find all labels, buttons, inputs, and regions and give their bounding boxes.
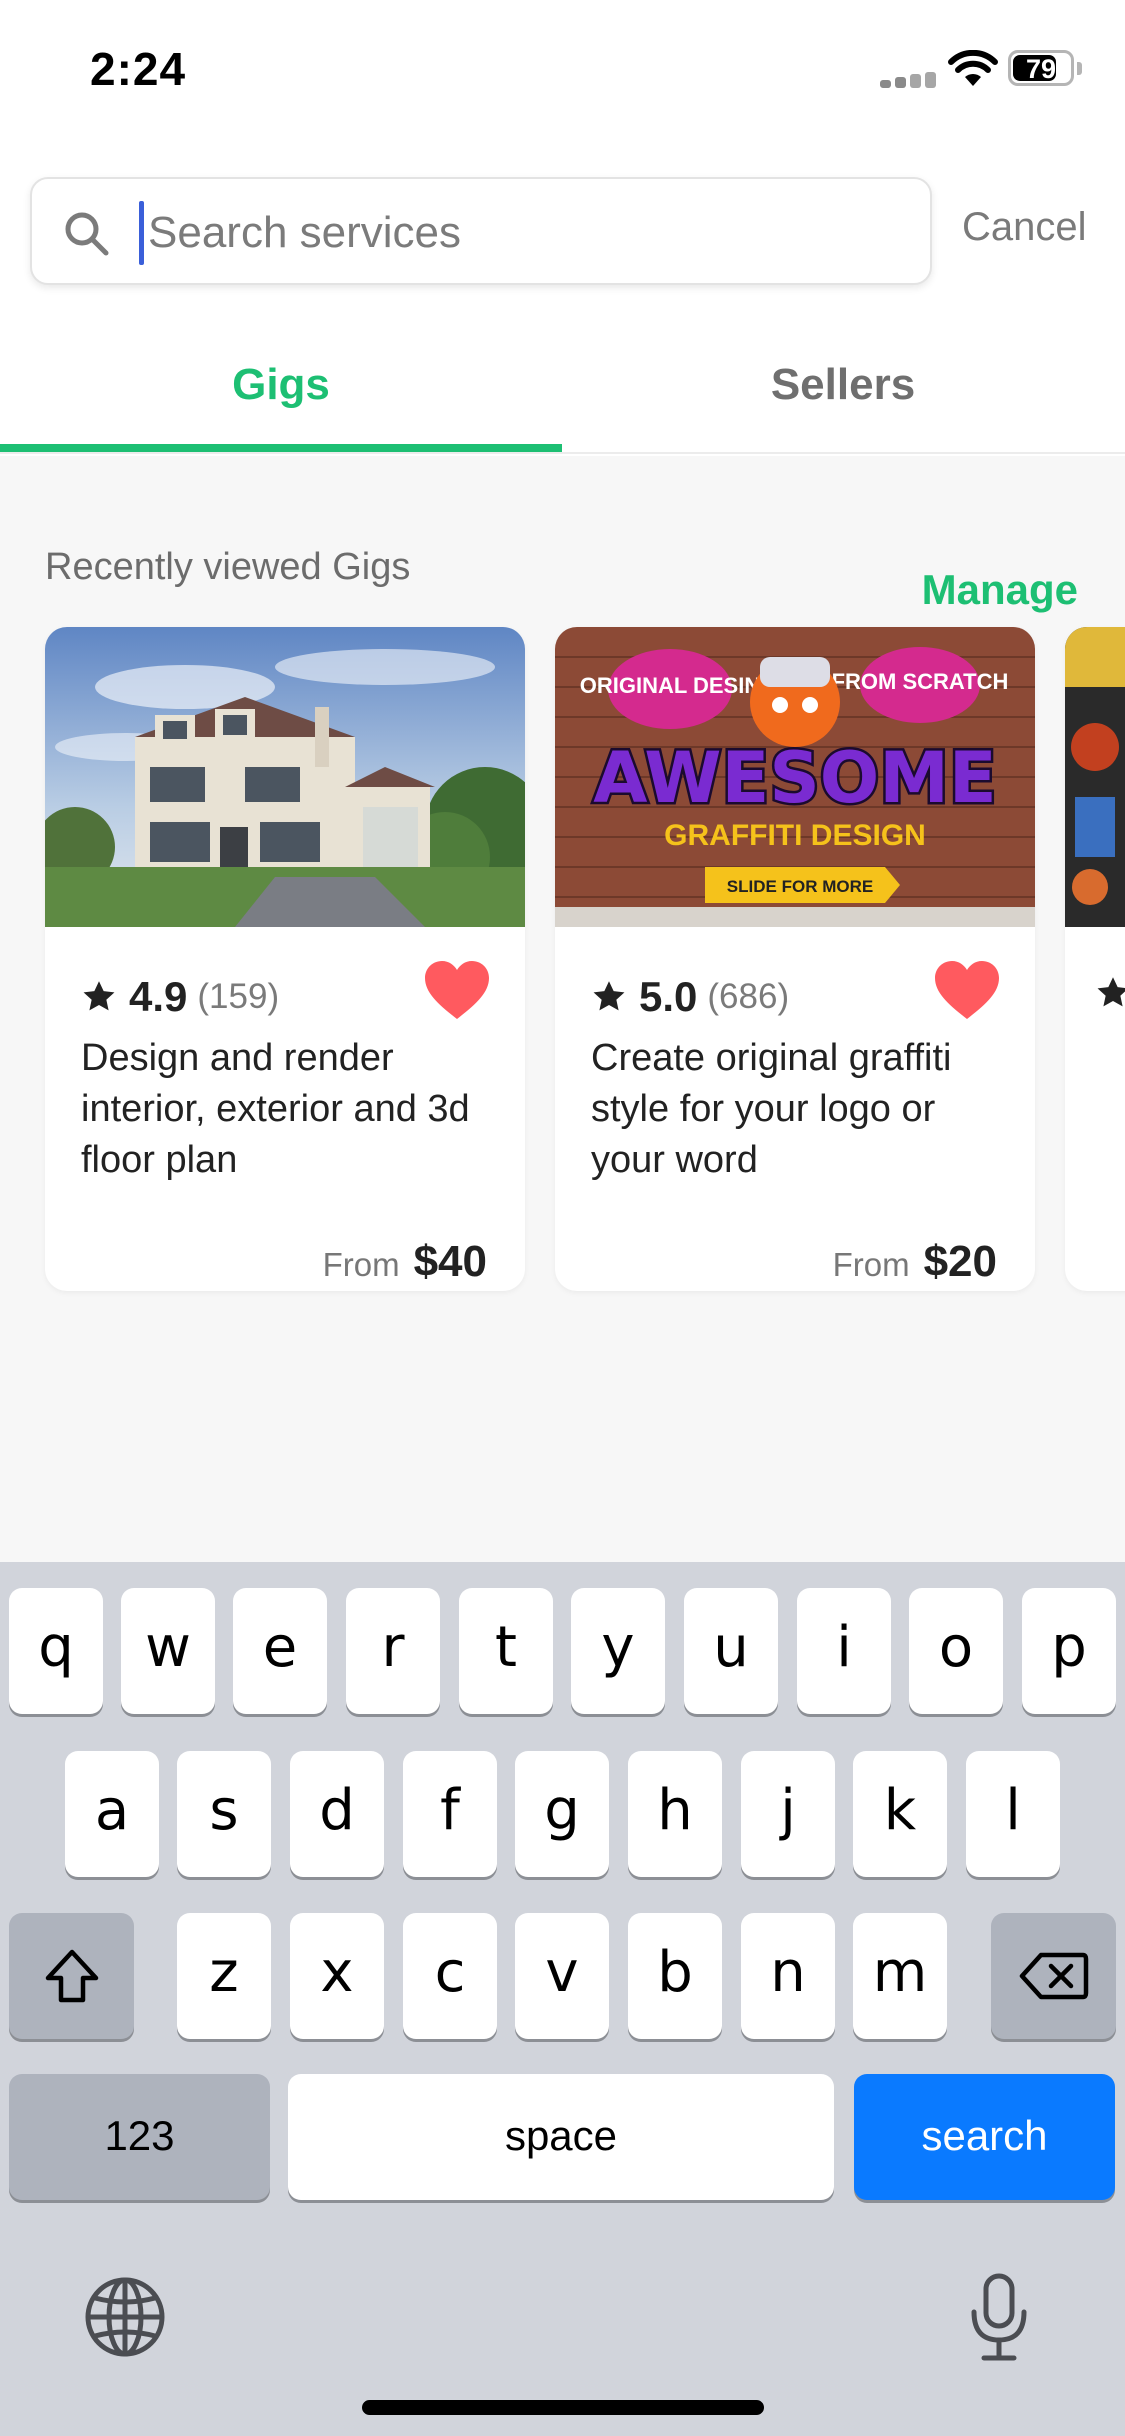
graffiti-subtitle: GRAFFITI DESIGN <box>664 819 926 852</box>
search-box[interactable] <box>30 177 932 285</box>
key-i[interactable]: i <box>797 1588 891 1714</box>
key-r[interactable]: r <box>346 1588 440 1714</box>
key-s[interactable]: s <box>177 1751 271 1877</box>
favorite-heart-icon[interactable] <box>423 959 491 1021</box>
favorite-heart-icon[interactable] <box>933 959 1001 1021</box>
review-count: (686) <box>707 977 790 1016</box>
key-q[interactable]: q <box>9 1588 103 1714</box>
review-count: (159) <box>197 977 280 1016</box>
tab-gigs[interactable]: Gigs <box>0 360 562 410</box>
keyboard: q w e r t y u i o p a s d f g h j k l z … <box>0 1562 1125 2436</box>
key-u[interactable]: u <box>684 1588 778 1714</box>
key-c[interactable]: c <box>403 1913 497 2039</box>
text-cursor <box>139 201 144 265</box>
gig-card[interactable]: 4.9 (159) Design and render interior, ex… <box>45 627 525 1291</box>
price-row: From $20 <box>833 1237 997 1287</box>
backspace-icon <box>1019 1952 1088 2000</box>
graffiti-tag-left: ORIGINAL DESIN <box>580 673 761 698</box>
graffiti-tag-right: FROM SCRATCH <box>832 669 1009 694</box>
wifi-icon <box>948 50 998 86</box>
section-title: Recently viewed Gigs <box>45 546 411 588</box>
rating-row: 5.0 (686) <box>591 969 789 1025</box>
comic-art-image <box>1065 627 1125 927</box>
search-input[interactable] <box>148 197 908 269</box>
key-o[interactable]: o <box>909 1588 1003 1714</box>
battery-icon: 79 <box>1008 50 1074 86</box>
key-l[interactable]: l <box>966 1751 1060 1877</box>
star-icon <box>83 981 115 1011</box>
graffiti-design-image: ORIGINAL DESIN FROM SCRATCH AWESOME GRAF… <box>555 627 1035 927</box>
manage-button[interactable]: Manage <box>922 566 1078 614</box>
key-e[interactable]: e <box>233 1588 327 1714</box>
house-render-image <box>45 627 525 927</box>
shift-icon <box>45 1949 98 2003</box>
rating-row: 4.9 (159) <box>81 969 279 1025</box>
search-icon <box>65 212 109 256</box>
backspace-key[interactable] <box>991 1913 1116 2039</box>
price-from-label: From <box>832 1246 910 1283</box>
tab-bar: Gigs Sellers <box>0 330 1125 454</box>
star-icon <box>593 981 625 1011</box>
cellular-signal-icon <box>880 72 936 88</box>
graffiti-main-word: AWESOME <box>593 737 996 819</box>
rating-value: 4.9 <box>129 973 188 1020</box>
recent-gigs-section: Recently viewed Gigs Manage 4.9 (159) De… <box>0 456 1125 1562</box>
globe-icon[interactable] <box>84 2276 166 2358</box>
gig-price: $20 <box>923 1237 997 1286</box>
battery-cap <box>1077 62 1082 75</box>
status-time: 2:24 <box>90 43 187 95</box>
gig-title: Design and render interior, exterior and… <box>81 1037 470 1181</box>
price-row: From $40 <box>323 1237 487 1287</box>
microphone-icon[interactable] <box>968 2272 1030 2362</box>
key-x[interactable]: x <box>290 1913 384 2039</box>
price-from-label: From <box>322 1246 400 1283</box>
key-n[interactable]: n <box>741 1913 835 2039</box>
gig-price: $40 <box>413 1237 487 1286</box>
key-w[interactable]: w <box>121 1588 215 1714</box>
battery-percent: 79 <box>1025 54 1057 84</box>
tab-sellers[interactable]: Sellers <box>562 360 1124 410</box>
active-tab-indicator <box>0 444 562 452</box>
key-z[interactable]: z <box>177 1913 271 2039</box>
search-key[interactable]: search <box>854 2074 1115 2200</box>
numbers-key[interactable]: 123 <box>9 2074 270 2200</box>
key-t[interactable]: t <box>459 1588 553 1714</box>
star-icon <box>1097 977 1125 1007</box>
key-p[interactable]: p <box>1022 1588 1116 1714</box>
cancel-button[interactable]: Cancel <box>962 205 1087 250</box>
key-k[interactable]: k <box>853 1751 947 1877</box>
key-b[interactable]: b <box>628 1913 722 2039</box>
gig-title: Create original graffiti style for your … <box>591 1037 952 1181</box>
key-h[interactable]: h <box>628 1751 722 1877</box>
key-m[interactable]: m <box>853 1913 947 2039</box>
key-v[interactable]: v <box>515 1913 609 2039</box>
key-y[interactable]: y <box>571 1588 665 1714</box>
key-f[interactable]: f <box>403 1751 497 1877</box>
home-indicator[interactable] <box>362 2400 764 2415</box>
rating-value: 5.0 <box>639 973 698 1020</box>
key-j[interactable]: j <box>741 1751 835 1877</box>
status-bar: 2:24 79 <box>0 0 1125 140</box>
graffiti-slide-note: SLIDE FOR MORE <box>727 877 873 896</box>
gig-card[interactable] <box>1065 627 1125 1291</box>
gig-card[interactable]: ORIGINAL DESIN FROM SCRATCH AWESOME GRAF… <box>555 627 1035 1291</box>
space-key[interactable]: space <box>288 2074 834 2200</box>
key-a[interactable]: a <box>65 1751 159 1877</box>
key-d[interactable]: d <box>290 1751 384 1877</box>
key-g[interactable]: g <box>515 1751 609 1877</box>
shift-key[interactable] <box>9 1913 134 2039</box>
